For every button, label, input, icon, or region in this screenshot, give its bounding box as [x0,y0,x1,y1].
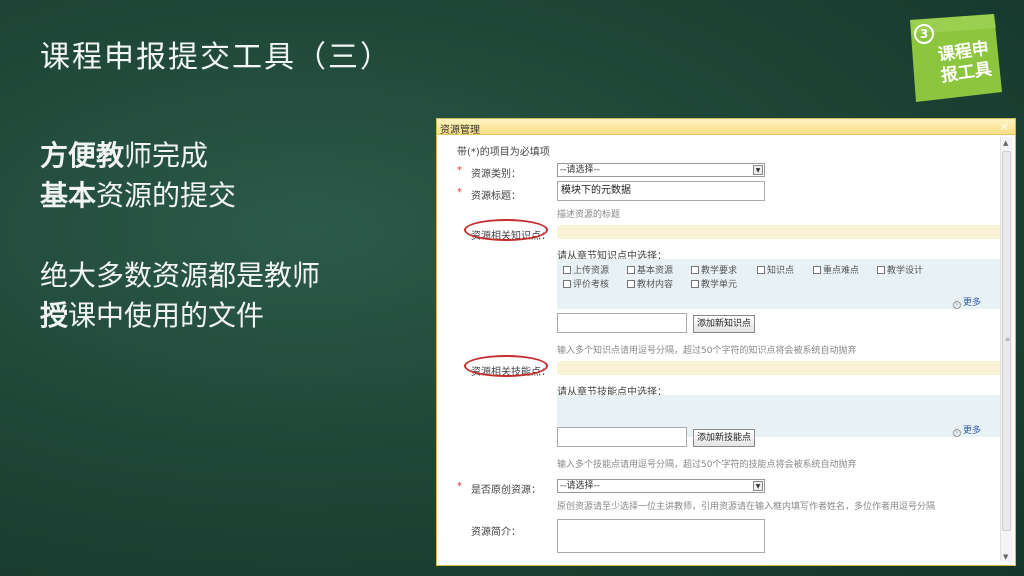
knowledge-option[interactable]: 教学要求 [691,263,737,276]
knowledge-option[interactable]: 教材内容 [627,277,673,290]
chevron-down-icon: ▼ [753,165,763,175]
required-asterisk: * [457,187,462,198]
skill-input[interactable] [557,427,687,447]
dialog-title: 资源管理 [440,125,480,136]
resource-title-input[interactable]: 模块下的元数据 [557,181,765,201]
expand-icon: › [953,429,961,437]
resource-type-select[interactable]: --请选择-- ▼ [557,163,765,177]
knowledge-more-link[interactable]: › 更多 [953,295,981,309]
knowledge-option[interactable]: 上传资源 [563,263,609,276]
knowledge-option[interactable]: 知识点 [757,263,794,276]
chevron-down-icon: ▼ [753,481,763,491]
knowledge-option[interactable]: 基本资源 [627,263,673,276]
knowledge-band [557,225,1001,239]
resource-title-value: 模块下的元数据 [561,185,631,196]
required-asterisk: * [457,481,462,492]
scroll-up-icon[interactable]: ▲ [1003,139,1008,147]
body-line-2-bold: 基本 [40,179,97,212]
body-line-4-bold: 授 [40,299,69,332]
skill-more-link[interactable]: › 更多 [953,423,981,437]
skill-hint: 输入多个技能点请用逗号分隔，超过50个字符的技能点将会被系统自动抛弃 [557,460,857,470]
knowledge-option[interactable]: 重点难点 [813,263,859,276]
section-badge: 3 课程申 报工具 [902,14,1002,102]
scrollbar[interactable]: ▲ ≡ ▼ [1000,137,1012,561]
summary-label: 资源简介： [471,527,521,538]
dialog-header: 资源管理 × [437,119,1015,136]
slide-title: 课程申报提交工具（三） [40,40,392,75]
body-line-1: 方便教师完成 [40,136,420,176]
highlight-ellipse [464,219,548,241]
original-value: --请选择-- [560,481,600,491]
knowledge-option[interactable]: 教学单元 [691,277,737,290]
skill-band [557,361,1001,375]
knowledge-option[interactable]: 评价考核 [563,277,609,290]
scroll-thumb[interactable]: ≡ [1002,151,1011,531]
expand-icon: › [953,301,961,309]
resource-title-label: 资源标题： [471,191,521,202]
knowledge-hint: 输入多个知识点请用逗号分隔，超过50个字符的知识点将会被系统自动抛弃 [557,346,857,356]
original-hint: 原创资源请至少选择一位主讲教师，引用资源请在输入框内填写作者姓名，多位作者用逗号… [557,502,936,512]
add-skill-button[interactable]: 添加新技能点 [693,429,756,447]
add-knowledge-button[interactable]: 添加新知识点 [693,315,756,333]
highlight-ellipse [464,355,548,377]
grip-icon: ≡ [1005,336,1011,343]
resource-type-label: 资源类别： [471,169,521,180]
body-line-2: 基本资源的提交 [40,176,420,216]
body-line-4: 授课中使用的文件 [40,296,420,336]
close-icon[interactable]: × [1000,120,1009,133]
original-label: 是否原创资源： [471,485,541,496]
badge-number: 3 [914,24,934,44]
slide-body: 方便教师完成 基本资源的提交 绝大多数资源都是教师 授课中使用的文件 [40,136,420,336]
resource-dialog: 资源管理 × 带(*)的项目为必填项 * 资源类别： --请选择-- ▼ * 资… [436,118,1016,566]
body-line-1-rest: 师完成 [124,139,209,172]
original-select[interactable]: --请选择-- ▼ [557,479,765,493]
body-line-4-rest: 课中使用的文件 [68,299,265,332]
knowledge-option[interactable]: 教学设计 [877,263,923,276]
body-line-2-rest: 资源的提交 [96,179,237,212]
knowledge-input[interactable] [557,313,687,333]
required-note: 带(*)的项目为必填项 [457,147,550,158]
scroll-down-icon[interactable]: ▼ [1003,553,1008,561]
summary-textarea[interactable] [557,519,765,553]
dialog-content: 带(*)的项目为必填项 * 资源类别： --请选择-- ▼ * 资源标题： 模块… [437,135,1015,565]
resource-title-hint: 描述资源的标题 [557,210,621,220]
required-asterisk: * [457,165,462,176]
body-line-3: 绝大多数资源都是教师 [40,259,321,292]
body-line-1-bold: 方便教 [40,139,125,172]
resource-type-value: --请选择-- [560,165,600,175]
